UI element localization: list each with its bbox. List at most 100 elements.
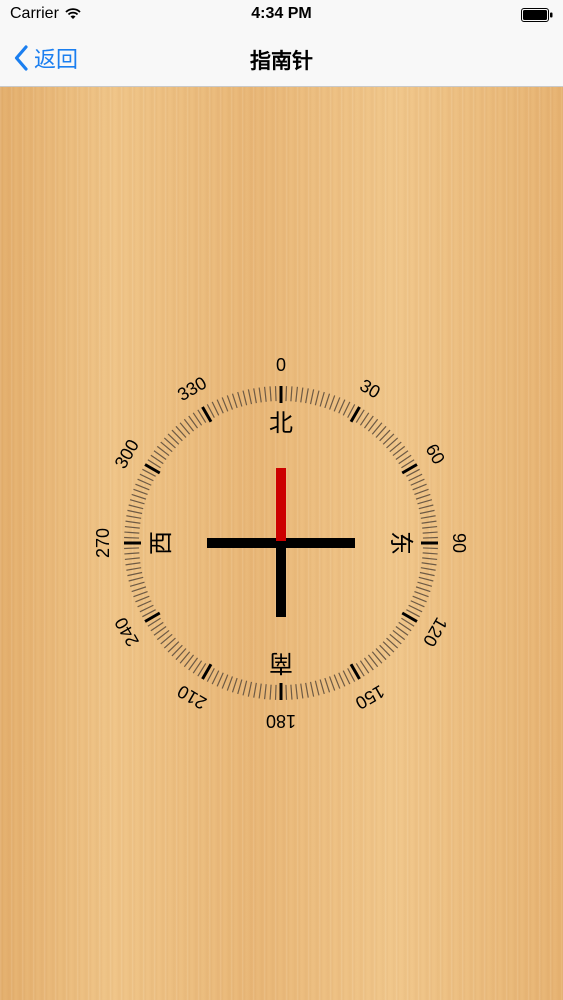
degree-label: 270 [93, 528, 113, 558]
minor-tick [124, 531, 140, 534]
minor-tick [319, 391, 325, 407]
minor-tick [418, 576, 434, 582]
minor-tick [342, 670, 351, 685]
minor-tick [242, 680, 248, 696]
minor-tick [408, 604, 423, 613]
minor-tick [300, 387, 304, 403]
minor-tick [237, 679, 243, 695]
degree-label: 60 [421, 440, 448, 467]
minor-tick [422, 547, 438, 550]
direction-label-west: 西 [147, 531, 175, 555]
minor-tick [419, 509, 435, 515]
minor-tick [412, 595, 427, 603]
minor-tick [263, 386, 267, 402]
minor-tick [129, 581, 145, 587]
minor-tick [139, 473, 154, 482]
wood-background: 0 30 60 90 120 150 180 210 240 270 300 330 北东南 西 [0, 87, 563, 1000]
degree-label: 0 [276, 355, 286, 375]
minor-tick [422, 557, 438, 561]
degree-label: 90 [449, 533, 469, 553]
minor-tick [314, 680, 320, 696]
minor-tick [253, 682, 257, 698]
minor-tick [422, 531, 438, 534]
minor-tick [125, 520, 141, 524]
minor-tick [422, 552, 438, 555]
minor-tick [269, 386, 272, 402]
minor-tick [237, 391, 243, 407]
minor-tick [139, 604, 154, 613]
minor-tick [418, 504, 434, 510]
minor-tick [226, 395, 233, 410]
minor-tick [314, 390, 320, 406]
minor-tick [124, 552, 140, 555]
minor-tick [135, 595, 150, 603]
minor-tick [274, 684, 277, 700]
minor-tick [124, 525, 140, 529]
page-title: 指南针 [250, 50, 313, 73]
direction-label-east: 东 [387, 531, 415, 555]
minor-tick [258, 387, 262, 403]
minor-tick [295, 386, 299, 402]
minor-tick [269, 684, 272, 700]
minor-tick [422, 525, 438, 529]
minor-tick [338, 672, 346, 687]
degree-label: 30 [356, 375, 383, 402]
minor-tick [263, 684, 267, 700]
minor-tick [342, 401, 351, 416]
degree-label: 240 [111, 614, 143, 650]
minor-tick [285, 684, 288, 700]
minor-tick [417, 581, 433, 587]
minor-tick [309, 681, 315, 697]
minor-tick [408, 473, 423, 482]
minor-tick [247, 389, 253, 405]
minor-tick [295, 684, 299, 700]
minor-tick [324, 393, 331, 409]
minor-tick [216, 672, 224, 687]
minor-tick [221, 397, 229, 412]
minor-tick [242, 390, 248, 406]
minor-tick [131, 586, 147, 593]
minor-tick [410, 478, 425, 486]
compass-needle [207, 468, 355, 617]
minor-tick [417, 499, 433, 505]
minor-tick [231, 393, 238, 409]
degree-label: 120 [419, 614, 451, 650]
degree-label: 150 [352, 681, 388, 713]
minor-tick [247, 681, 253, 697]
degree-label: 330 [174, 373, 210, 405]
minor-tick [419, 571, 435, 577]
direction-label-north: 北 [269, 409, 293, 437]
minor-tick [133, 488, 148, 495]
minor-tick [135, 483, 150, 491]
minor-tick [333, 674, 341, 689]
minor-tick [253, 388, 257, 404]
minor-tick [415, 586, 431, 593]
minor-tick [226, 676, 233, 691]
degree-label: 300 [111, 436, 143, 472]
minor-tick [124, 557, 140, 561]
direction-label-south: 南 [269, 649, 293, 677]
minor-tick [124, 547, 140, 550]
minor-tick [274, 386, 277, 402]
minor-tick [300, 683, 304, 699]
minor-tick [421, 520, 437, 524]
minor-tick [305, 682, 309, 698]
minor-tick [309, 389, 315, 405]
needle-north-bar [276, 468, 286, 543]
minor-tick [258, 683, 262, 699]
minor-tick [324, 677, 331, 693]
degree-label: 210 [174, 681, 210, 713]
navigation-bar: 返回 指南针 [0, 30, 563, 87]
minor-tick [420, 567, 436, 571]
minor-tick [414, 591, 429, 598]
status-time: 4:34 PM [251, 5, 312, 22]
minor-tick [290, 684, 293, 700]
minor-tick [285, 386, 288, 402]
minor-tick [131, 493, 147, 500]
minor-tick [412, 483, 427, 491]
minor-tick [414, 488, 429, 495]
minor-tick [420, 515, 436, 519]
minor-tick [415, 493, 431, 500]
minor-tick [129, 499, 145, 505]
minor-tick [421, 562, 437, 566]
